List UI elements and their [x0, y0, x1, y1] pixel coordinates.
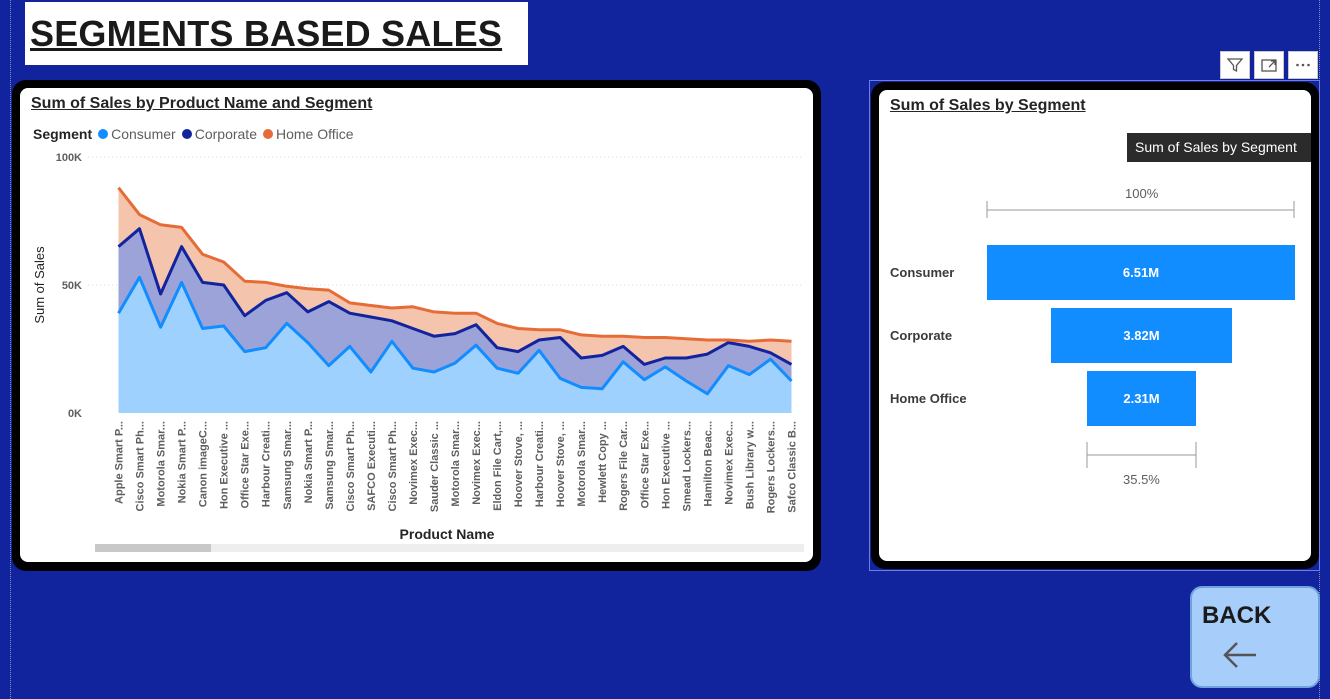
x-tick-label: Novimex Exec... — [471, 421, 483, 505]
x-tick-label: Hewlett Copy ... — [597, 421, 609, 503]
horizontal-scrollbar-thumb[interactable] — [95, 544, 211, 552]
page-title: SEGMENTS BASED SALES — [30, 13, 503, 54]
focus-mode-button[interactable] — [1254, 51, 1284, 79]
x-tick-label: Eldon File Cart,... — [492, 421, 504, 511]
x-tick-label: Cisco Smart Ph... — [387, 421, 399, 511]
x-tick-label: Cisco Smart Ph... — [345, 421, 357, 511]
y-axis-title: Sum of Sales — [32, 246, 47, 324]
x-tick-label: Office Star Exe... — [639, 421, 651, 508]
x-tick-label: Smead Lockers... — [681, 421, 693, 512]
x-tick-label: Novimex Exec... — [408, 421, 420, 505]
y-tick-label: 50K — [62, 280, 82, 292]
x-tick-label: Rogers File Car... — [618, 421, 630, 511]
funnel-bottom-bracket — [1086, 442, 1197, 468]
x-tick-label: Hon Executive ... — [660, 421, 672, 509]
x-tick-label: Office Star Exe... — [240, 421, 252, 508]
more-options-button[interactable] — [1288, 51, 1318, 79]
funnel-top-bracket — [986, 201, 1295, 218]
page-title-box: SEGMENTS BASED SALES — [25, 2, 528, 65]
x-tick-label: Motorola Smar... — [450, 421, 462, 507]
x-tick-label: Apple Smart P... — [114, 421, 126, 504]
x-tick-label: Hon Executive ... — [219, 421, 231, 509]
x-tick-label: Harbour Creati... — [534, 421, 546, 507]
x-tick-label: Nokia Smart P... — [303, 421, 315, 503]
x-tick-label: Sauder Classic ... — [429, 421, 441, 512]
x-tick-label: Nokia Smart P... — [177, 421, 189, 503]
funnel-bottom-pct: 35.5% — [1123, 472, 1160, 487]
x-tick-label: Cisco Smart Ph... — [135, 421, 147, 511]
x-tick-label: Motorola Smar... — [576, 421, 588, 507]
x-tick-label: Hoover Stove, ... — [513, 421, 525, 507]
x-tick-label: Rogers Lockers... — [765, 421, 777, 513]
funnel-tooltip: Sum of Sales by Segment — [1127, 133, 1311, 162]
funnel-label-home-office: Home Office — [890, 391, 967, 406]
x-tick-label: Canon imageC... — [198, 421, 210, 507]
x-tick-label: Samsung Smar... — [282, 421, 294, 510]
x-tick-label: Safco Classic B... — [786, 421, 798, 513]
filter-icon — [1226, 58, 1244, 73]
x-tick-label: Motorola Smar... — [156, 421, 168, 507]
page-guide-left — [10, 0, 11, 699]
funnel-bar-home-office[interactable]: 2.31M — [1087, 371, 1196, 426]
funnel-bar-consumer[interactable]: 6.51M — [987, 245, 1295, 300]
y-tick-label: 0K — [68, 408, 82, 420]
x-tick-label: Samsung Smar... — [324, 421, 336, 510]
funnel-label-corporate: Corporate — [890, 328, 953, 343]
visual-header-toolbar — [1220, 51, 1318, 79]
focus-mode-icon — [1261, 59, 1277, 72]
funnel-top-pct: 100% — [1125, 186, 1159, 201]
x-tick-label: Bush Library w... — [744, 421, 756, 509]
y-tick-label: 100K — [56, 152, 82, 164]
funnel-bar-corporate[interactable]: 3.82M — [1051, 308, 1232, 363]
area-chart-visual[interactable]: Sum of Sales by Product Name and Segment… — [20, 88, 813, 562]
area-chart-plot[interactable]: 0K 50K 100K Apple Smart P... Cisco Smart Ph.… — [20, 88, 813, 562]
x-tick-label: SAFCO Executi... — [366, 421, 378, 511]
funnel-title: Sum of Sales by Segment — [890, 97, 1086, 114]
back-button[interactable]: BACK — [1190, 586, 1320, 688]
more-options-icon — [1296, 63, 1310, 67]
x-tick-label: Novimex Exec... — [723, 421, 735, 505]
arrow-left-icon — [1223, 642, 1256, 668]
x-tick-label: Hamilton Beac... — [702, 421, 714, 507]
x-axis-title: Product Name — [400, 526, 495, 542]
funnel-label-consumer: Consumer — [890, 265, 955, 280]
back-button-label: BACK — [1202, 602, 1272, 629]
x-tick-label: Hoover Stove, ... — [555, 421, 567, 507]
x-tick-label: Harbour Creati... — [261, 421, 273, 507]
filter-button[interactable] — [1220, 51, 1250, 79]
